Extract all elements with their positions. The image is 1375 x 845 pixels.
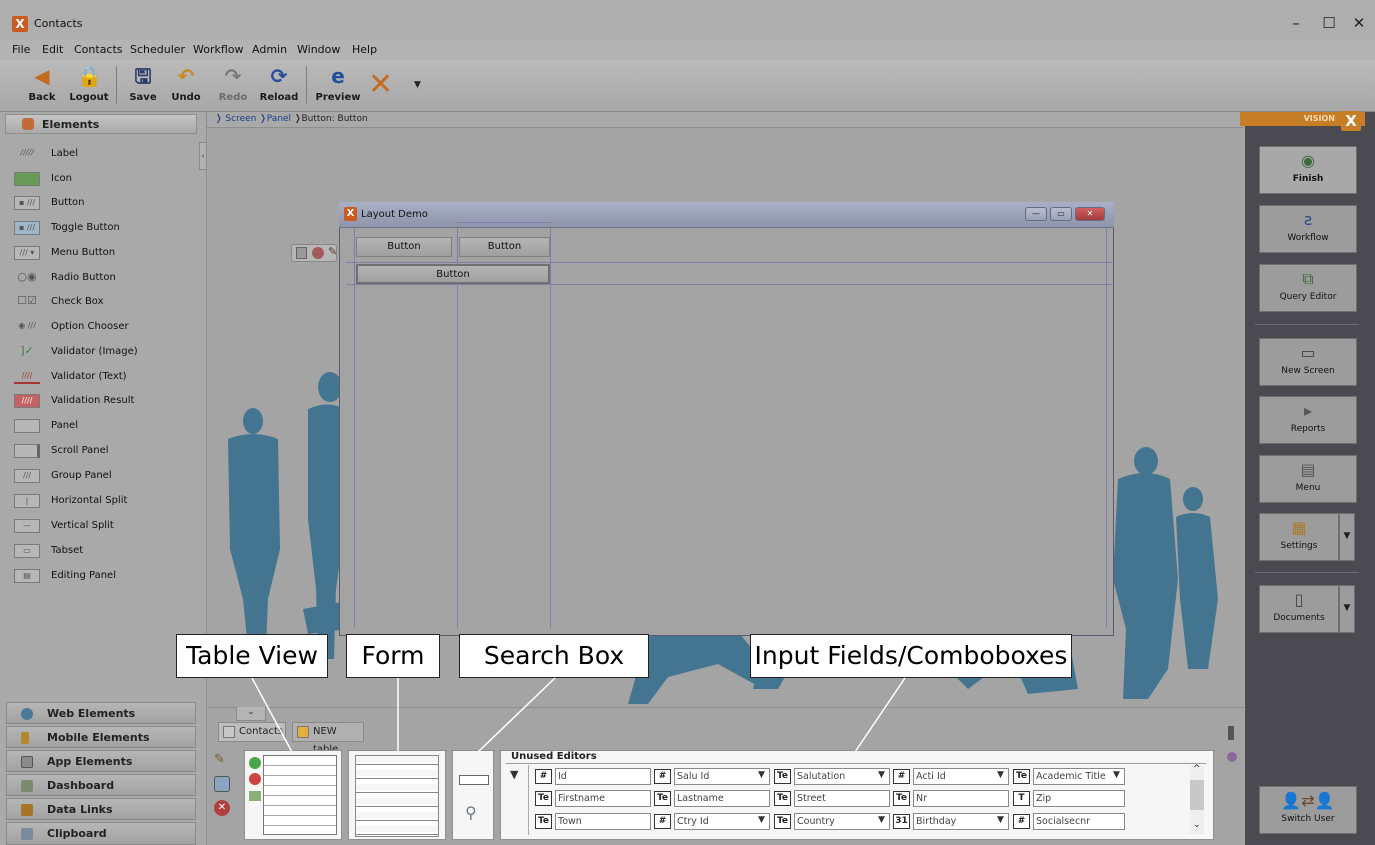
- callout-line: [251, 677, 293, 753]
- callout-lines: [251, 677, 906, 753]
- callout-line: [477, 677, 556, 753]
- callout-line: [854, 677, 906, 753]
